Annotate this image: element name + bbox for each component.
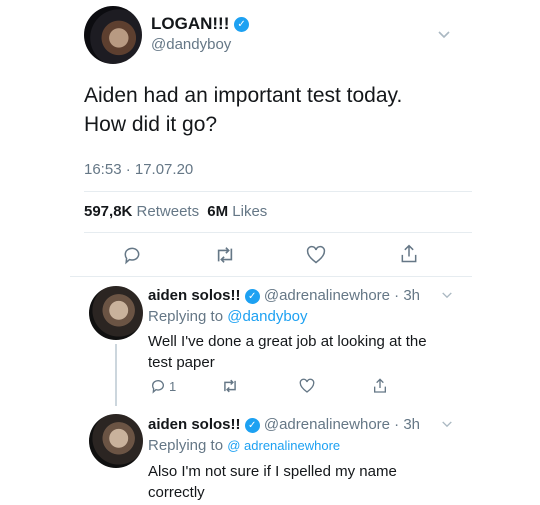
reply-avatar[interactable] — [89, 286, 143, 340]
reply-icon[interactable] — [122, 245, 142, 265]
divider — [70, 276, 472, 277]
main-avatar[interactable] — [84, 6, 142, 64]
reply-avatar[interactable] — [89, 414, 143, 468]
main-timestamp[interactable]: 16:53 · 17.07.20 — [84, 161, 193, 178]
like-icon[interactable] — [306, 245, 326, 265]
replying-to: Replying to @dandyboy — [148, 308, 308, 325]
likes-label[interactable]: Likes — [232, 203, 267, 220]
replying-to-link[interactable]: @ adrenalinewhore — [227, 438, 340, 453]
reply-count: 1 — [169, 379, 177, 394]
reply-icon[interactable] — [150, 378, 166, 394]
replying-prefix: Replying to — [148, 437, 224, 454]
verified-badge-icon: ✓ — [244, 417, 260, 433]
reply-header: aiden solos!! ✓ @adrenalinewhore · 3h — [148, 287, 420, 304]
retweets-label[interactable]: Retweets — [137, 203, 200, 220]
retweet-icon[interactable] — [214, 245, 236, 265]
replying-to: Replying to @ adrenalinewhore — [148, 437, 340, 454]
share-icon[interactable] — [372, 377, 388, 395]
retweets-count[interactable]: 597,8K — [84, 203, 132, 220]
reply-text-line2: test paper — [148, 354, 215, 371]
replying-prefix: Replying to — [148, 308, 224, 325]
main-display-name: LOGAN!!! — [151, 14, 230, 33]
main-handle[interactable]: @dandyboy — [151, 36, 231, 53]
verified-badge-icon: ✓ — [244, 288, 260, 304]
thread-line — [115, 344, 117, 406]
retweet-icon[interactable] — [221, 378, 239, 394]
reply-text-line1: Also I'm not sure if I spelled my name — [148, 463, 397, 480]
replying-to-link[interactable]: @dandyboy — [227, 308, 307, 325]
likes-count[interactable]: 6M — [207, 203, 228, 220]
reply-time[interactable]: · 3h — [394, 287, 420, 304]
reply-text-line1: Well I've done a great job at looking at… — [148, 333, 427, 350]
chevron-down-icon[interactable] — [441, 291, 453, 300]
reply-text: Also I'm not sure if I spelled my name c… — [148, 461, 468, 503]
reply-display-name[interactable]: aiden solos!! — [148, 416, 241, 433]
reply-text: Well I've done a great job at looking at… — [148, 331, 468, 373]
main-tweet-text-line1: Aiden had an important test today. — [84, 84, 403, 107]
main-tweet-text: Aiden had an important test today. How d… — [84, 81, 402, 139]
main-tweet-text-line2: How did it go? — [84, 113, 218, 136]
reply-text-line2: correctly — [148, 484, 205, 501]
like-icon[interactable] — [299, 378, 315, 394]
reply-display-name[interactable]: aiden solos!! — [148, 287, 241, 304]
chevron-down-icon[interactable] — [437, 30, 451, 40]
main-author-name[interactable]: LOGAN!!! ✓ — [151, 14, 250, 34]
divider — [84, 232, 472, 233]
verified-badge-icon: ✓ — [234, 17, 250, 33]
reply-handle[interactable]: @adrenalinewhore — [264, 287, 390, 304]
share-icon[interactable] — [399, 243, 419, 265]
chevron-down-icon[interactable] — [441, 420, 453, 429]
divider — [84, 191, 472, 192]
reply-time[interactable]: · 3h — [394, 416, 420, 433]
reply-handle[interactable]: @adrenalinewhore — [264, 416, 390, 433]
engagement-stats: 597,8K Retweets 6M Likes — [84, 203, 267, 220]
reply-header: aiden solos!! ✓ @adrenalinewhore · 3h — [148, 416, 420, 433]
